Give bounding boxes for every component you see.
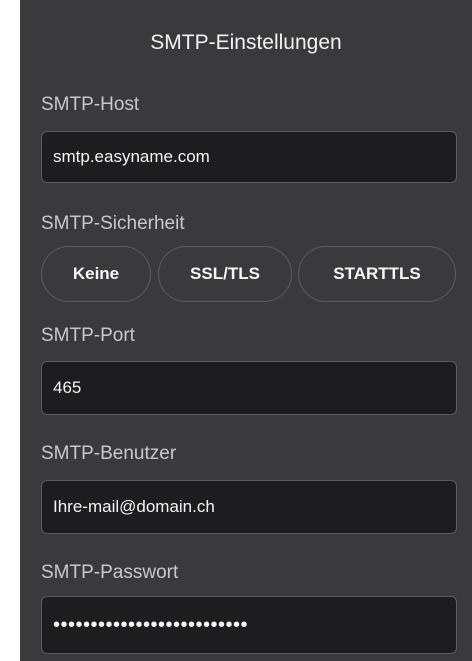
smtp-port-label: SMTP-Port <box>41 325 135 346</box>
panel-title: SMTP-Einstellungen <box>150 31 342 54</box>
smtp-user-input[interactable]: Ihre-mail@domain.ch <box>41 480 457 534</box>
smtp-password-input[interactable]: •••••••••••••••••••••••••• <box>41 596 457 654</box>
smtp-host-input[interactable]: smtp.easyname.com <box>41 131 457 183</box>
smtp-user-label: SMTP-Benutzer <box>41 443 177 464</box>
smtp-port-input[interactable]: 465 <box>41 361 457 415</box>
security-option-starttls[interactable]: STARTTLS <box>298 246 456 302</box>
smtp-security-label: SMTP-Sicherheit <box>41 213 185 234</box>
smtp-host-label: SMTP-Host <box>41 94 140 115</box>
smtp-password-label: SMTP-Passwort <box>41 562 179 583</box>
smtp-settings-panel: SMTP-Einstellungen SMTP-Host smtp.easyna… <box>20 0 472 661</box>
security-option-ssl-tls[interactable]: SSL/TLS <box>158 246 292 302</box>
security-option-none[interactable]: Keine <box>41 246 151 302</box>
